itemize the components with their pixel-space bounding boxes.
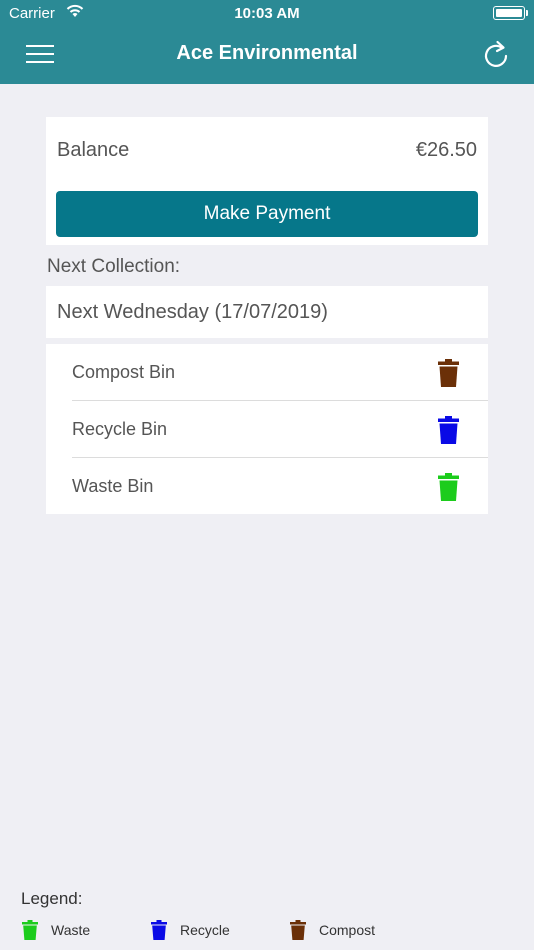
legend-label: Recycle: [180, 922, 230, 938]
list-item-recycle-bin[interactable]: Recycle Bin: [46, 401, 488, 458]
next-collection-date: Next Wednesday (17/07/2019): [57, 301, 328, 323]
clock: 10:03 AM: [234, 5, 300, 22]
balance-label: Balance: [57, 139, 130, 161]
bins-list: Compost Bin Recycle Bin Waste Bin: [46, 344, 488, 514]
recycle-bin-icon: [151, 920, 167, 945]
bin-label: Recycle Bin: [72, 419, 168, 439]
balance-value: €26.50: [415, 139, 477, 161]
waste-bin-icon: [22, 920, 38, 945]
compost-bin-icon: [290, 920, 306, 945]
compost-bin-icon: [438, 359, 459, 392]
next-collection-date-card: Next Wednesday (17/07/2019): [46, 286, 488, 338]
legend-label: Waste: [51, 922, 91, 938]
make-payment-button[interactable]: Make Payment: [56, 191, 478, 237]
status-bar: Carrier 10:03 AM: [0, 0, 534, 28]
next-collection-label: Next Collection:: [47, 256, 181, 277]
list-item-compost-bin[interactable]: Compost Bin: [46, 344, 488, 401]
waste-bin-icon: [438, 473, 459, 506]
bin-label: Compost Bin: [72, 362, 176, 382]
legend-title: Legend:: [21, 889, 83, 908]
legend-label: Compost: [319, 922, 376, 938]
battery-icon: [493, 6, 528, 20]
balance-card: Balance €26.50 Make Payment: [46, 117, 488, 245]
bin-label: Waste Bin: [72, 476, 154, 496]
list-item-waste-bin[interactable]: Waste Bin: [46, 458, 488, 515]
refresh-icon[interactable]: [482, 40, 510, 70]
app-header: Carrier 10:03 AM Ace Environmental: [0, 0, 534, 84]
app-title: Ace Environmental: [176, 42, 358, 64]
recycle-bin-icon: [438, 416, 459, 449]
